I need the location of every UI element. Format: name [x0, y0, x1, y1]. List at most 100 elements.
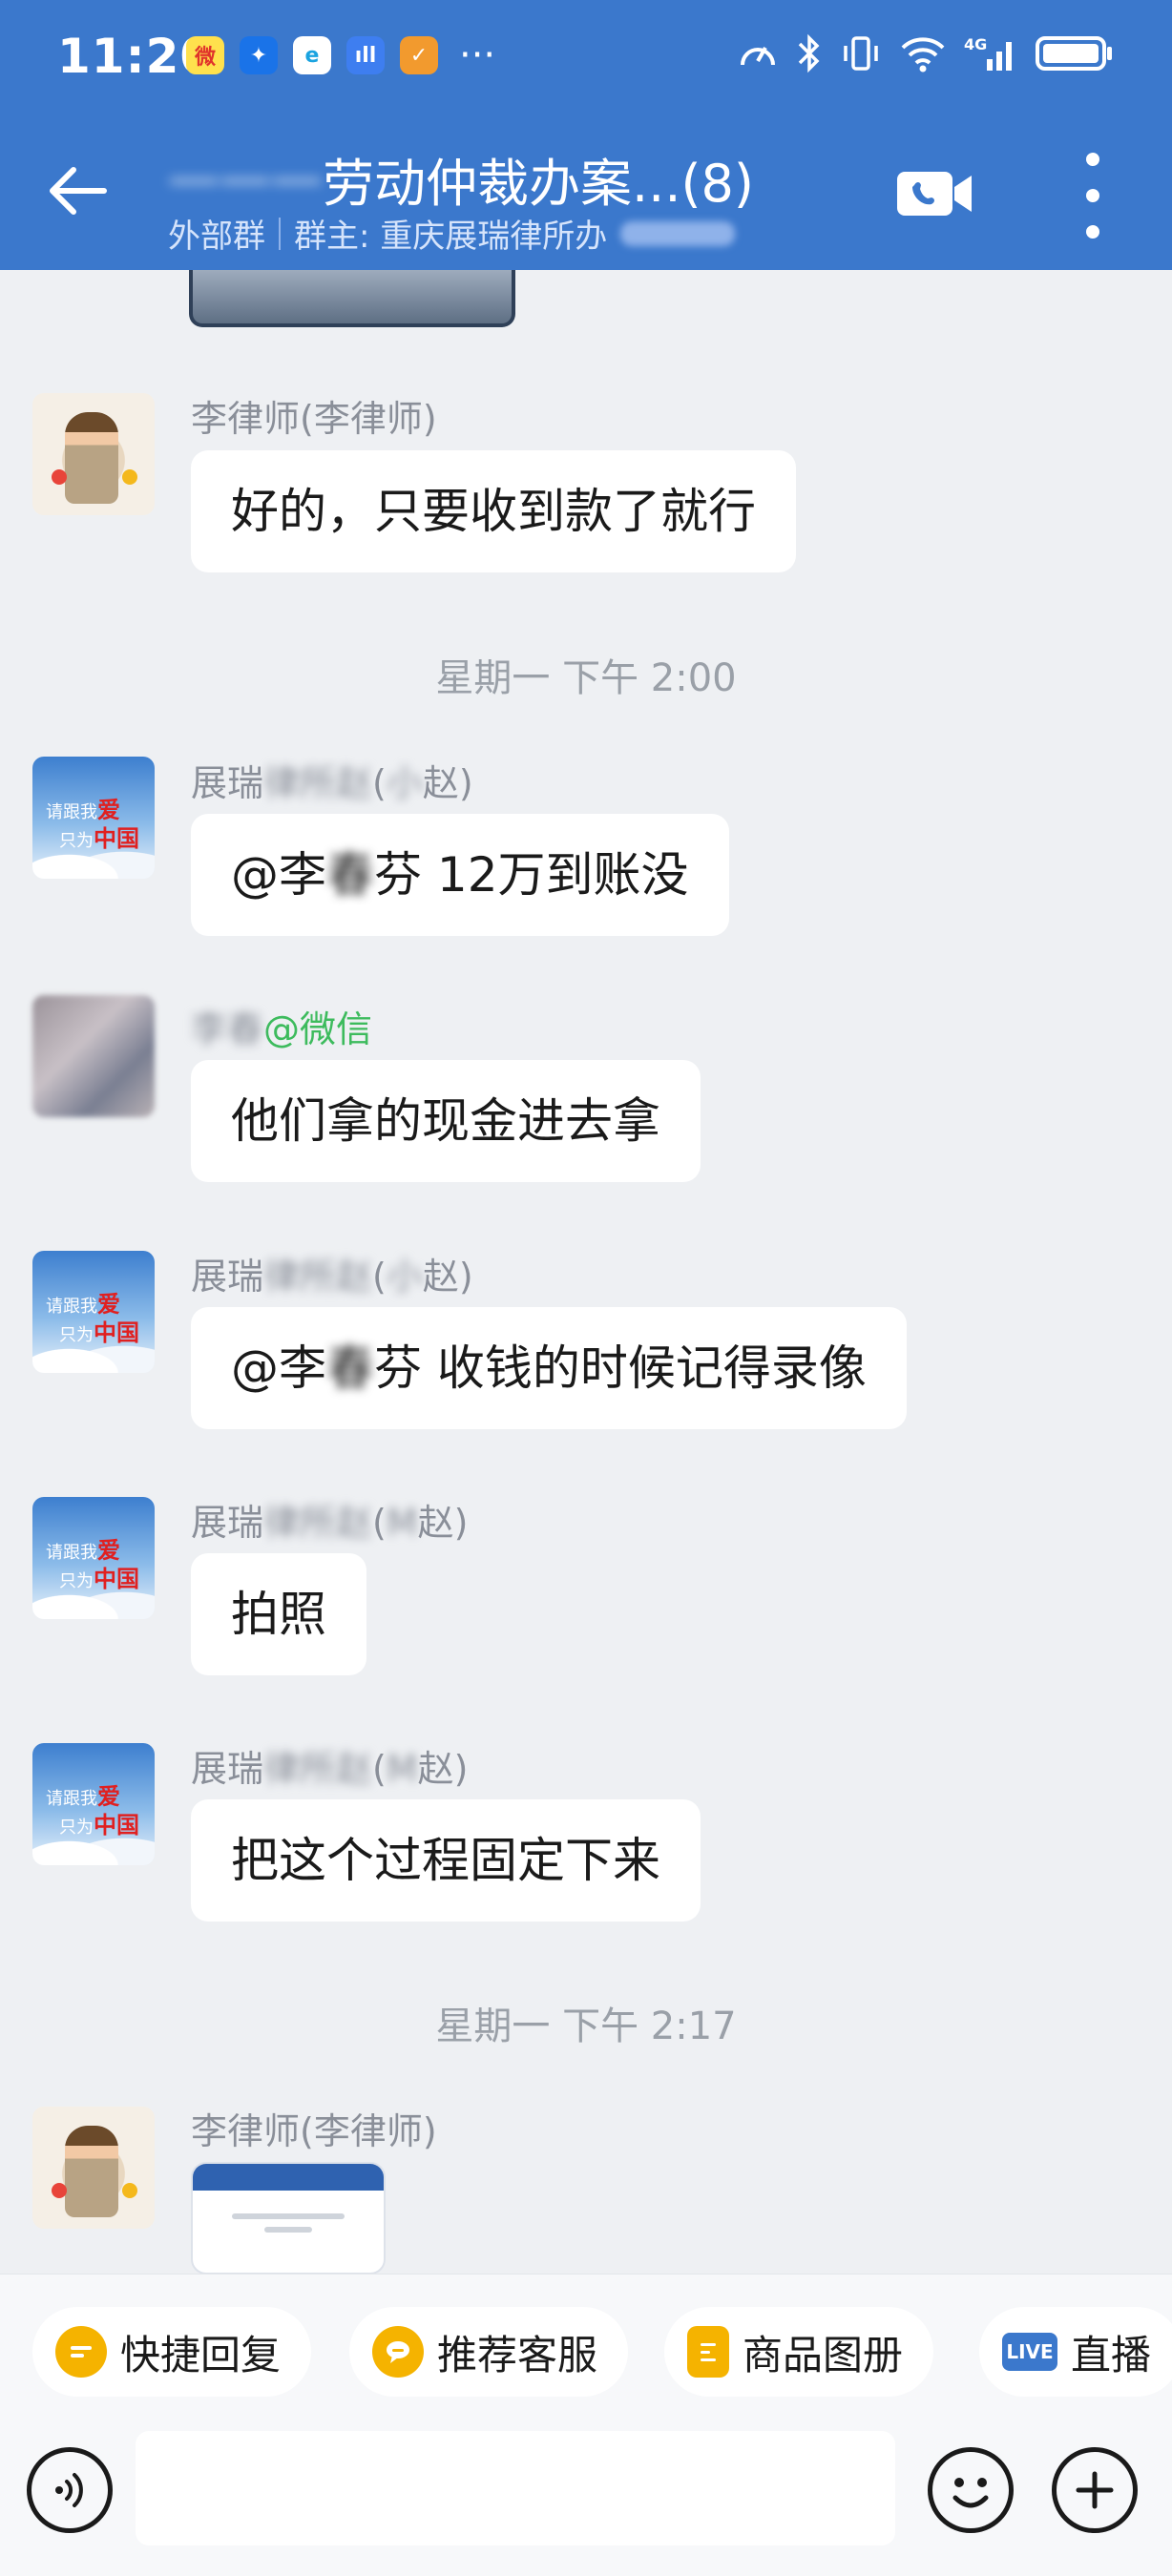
plus-icon — [1076, 2471, 1114, 2509]
smiley-icon — [952, 2478, 989, 2508]
sender-name: 展瑞律所赵(M赵) — [191, 1493, 468, 1546]
sender-name-suffix: ( — [372, 1502, 387, 1544]
speed-gauge-icon — [741, 47, 775, 66]
voice-icon — [55, 2473, 83, 2507]
avatar-clouds — [32, 837, 155, 879]
sender-name-end: 赵) — [417, 1502, 469, 1544]
message-bubble[interactable]: 好的，只要收到款了就行 — [191, 450, 796, 572]
avatar[interactable]: 请跟我爱 只为中国 — [32, 1743, 155, 1865]
catalog-icon — [687, 2326, 729, 2378]
message-bubble[interactable]: @李春芬 收钱的时候记得录像 — [191, 1307, 907, 1429]
avatar-dot — [52, 2183, 67, 2198]
mention-prefix: @李 — [231, 847, 326, 903]
battery-icon — [1036, 36, 1112, 71]
mention-end: 芬 — [374, 1340, 422, 1396]
voice-input-button[interactable] — [27, 2447, 113, 2533]
image-thumb-header — [193, 2164, 384, 2191]
more-dot-icon — [1086, 225, 1099, 239]
image-message[interactable] — [191, 2162, 386, 2274]
tie-icon: ✦ — [240, 36, 278, 74]
more-options-button[interactable] — [1069, 153, 1117, 239]
sender-name-prefix: 展瑞 — [191, 1256, 264, 1298]
chat-title-text: 劳动仲裁办案...(8) — [323, 154, 754, 214]
avatar-dot — [122, 2183, 137, 2198]
message-input[interactable] — [136, 2431, 895, 2545]
document-icon — [701, 2343, 716, 2361]
chat-bubble-icon — [387, 2341, 409, 2363]
avatar-figure — [65, 2126, 118, 2217]
sender-name-suffix: ( — [372, 762, 387, 804]
emoji-button[interactable] — [928, 2447, 1014, 2533]
sender-name-prefix: 展瑞 — [191, 1748, 264, 1790]
timestamp: 星期一 下午 2:00 — [435, 656, 737, 700]
quick-reply-icon — [55, 2326, 107, 2378]
avatar-clouds — [32, 1577, 155, 1619]
video-call-icon — [897, 172, 972, 216]
sender-name-prefix: 展瑞 — [191, 762, 264, 804]
sender-name: 李律师(李律师) — [191, 2110, 437, 2152]
avatar-clouds — [32, 1823, 155, 1865]
sender-name-blurred: 律所赵 — [263, 1748, 373, 1790]
input-bar — [0, 2423, 1172, 2576]
timestamp: 星期一 下午 2:17 — [435, 2005, 737, 2048]
chat-title-blurred: 一一一 — [168, 154, 323, 214]
previous-image-message[interactable] — [189, 270, 515, 327]
avatar-clouds — [32, 1331, 155, 1373]
avatar[interactable]: 请跟我爱 只为中国 — [32, 1497, 155, 1619]
chat-area[interactable]: 李律师(李律师) 好的，只要收到款了就行 星期一 下午 2:00 请跟我爱 只为… — [0, 270, 1172, 2274]
more-dot-icon — [1086, 153, 1099, 166]
avatar[interactable] — [32, 2107, 155, 2229]
chat-title[interactable]: 一一一劳动仲裁办案...(8) — [168, 141, 754, 217]
avatar[interactable]: 请跟我爱 只为中国 — [32, 757, 155, 879]
video-call-button[interactable] — [895, 162, 975, 225]
avatar[interactable] — [32, 995, 155, 1117]
message-bubble[interactable]: 把这个过程固定下来 — [191, 1799, 701, 1922]
avatar[interactable]: 请跟我爱 只为中国 — [32, 1251, 155, 1373]
wifi-icon — [901, 37, 945, 73]
sender-name-prefix: 展瑞 — [191, 1502, 264, 1544]
check-app-icon: ✓ — [400, 36, 438, 74]
sender-name-blurred: 律所赵 — [263, 1502, 373, 1544]
sender-name-suffix: ( — [372, 1256, 387, 1298]
live-icon: LIVE — [1002, 2333, 1057, 2371]
avatar-dot — [52, 469, 67, 485]
chip-label: 快捷回复 — [120, 2331, 282, 2379]
sender-name: 李律师(李律师) — [191, 398, 437, 440]
chip-quick-reply[interactable]: 快捷回复 — [32, 2307, 312, 2397]
chat-subtitle: 外部群 群主: 重庆展瑞律所办 — [168, 210, 736, 257]
chip-label: 直播 — [1071, 2331, 1152, 2379]
avatar-figure — [65, 412, 118, 504]
edge-browser-icon: e — [293, 36, 331, 74]
message-bubble[interactable]: 拍照 — [191, 1553, 366, 1675]
message-bubble[interactable]: 他们拿的现金进去拿 — [191, 1060, 701, 1182]
chip-product-catalog[interactable]: 商品图册 — [664, 2307, 934, 2397]
message-text: 12万到账没 — [422, 847, 689, 903]
sender-name-blurred: 律所赵 — [263, 762, 373, 804]
weibo-icon: 微 — [186, 36, 224, 74]
image-thumb-line — [232, 2213, 345, 2219]
avatar[interactable] — [32, 393, 155, 515]
sender-name-blurred: 小 — [386, 762, 423, 804]
status-app-icons: 微 ✦ e ıll ✓ ··· — [186, 36, 495, 74]
chip-live[interactable]: LIVE 直播 — [979, 2307, 1172, 2397]
chip-label: 推荐客服 — [437, 2331, 598, 2379]
sender-name-blurred: 李春 — [191, 1008, 264, 1050]
chip-recommend-service[interactable]: 推荐客服 — [349, 2307, 629, 2397]
sender-name: 李春@微信 — [191, 1000, 372, 1052]
message-bubble[interactable]: @李春芬 12万到账没 — [191, 814, 729, 936]
sender-name-end: 赵) — [422, 762, 473, 804]
sender-name-blurred: M — [386, 1502, 418, 1544]
vibrate-icon — [844, 36, 878, 71]
sender-name-end: 赵) — [417, 1748, 469, 1790]
top-bar: 11:20 微 ✦ e ıll ✓ ··· 4G 一一一劳动仲裁办案...(8)… — [0, 0, 1172, 270]
image-thumb-body — [193, 2191, 384, 2255]
owner-name-blurred — [620, 220, 736, 246]
sender-name: 展瑞律所赵(小赵) — [191, 1247, 473, 1299]
back-button[interactable] — [38, 153, 115, 229]
more-actions-button[interactable] — [1052, 2447, 1138, 2533]
mention-blurred: 春 — [326, 1340, 374, 1396]
bluetooth-icon — [798, 33, 820, 73]
group-owner: 群主: 重庆展瑞律所办 — [294, 218, 608, 256]
mention-blurred: 春 — [326, 847, 374, 903]
quick-reply-bar[interactable]: 快捷回复 推荐客服 商品图册 LIVE 直播 — [0, 2274, 1172, 2423]
